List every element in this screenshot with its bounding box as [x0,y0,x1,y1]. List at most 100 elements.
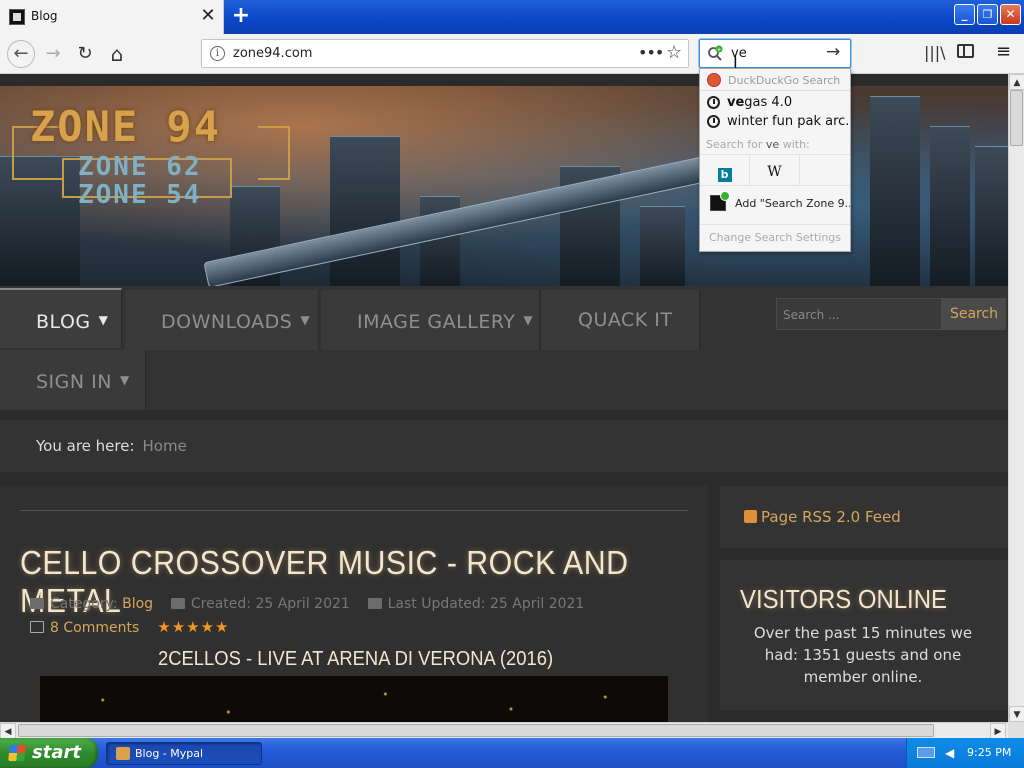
popup-engine-header: DuckDuckGo Search [700,69,850,91]
taskbar-item-browser[interactable]: Blog - Mypal [106,742,262,765]
search-suggestions-popup: DuckDuckGo Search vegas 4.0 winter fun p… [699,68,851,252]
tab-title: Blog [31,9,58,23]
vertical-scroll-thumb[interactable] [1010,90,1023,146]
category-link[interactable]: Blog [122,596,153,612]
reload-button[interactable]: ↻ [72,41,98,67]
site-favicon-icon [9,9,25,25]
url-bar[interactable]: i zone94.com ••• ☆ [201,39,689,68]
wikipedia-engine-button[interactable]: W [750,155,800,186]
menu-label: IMAGE GALLERY [357,311,516,333]
taskbar-item-label: Blog - Mypal [135,747,204,760]
search-engine-icon[interactable]: + [707,45,724,62]
speaker-icon[interactable]: ◀ [945,746,954,760]
site-search-input[interactable]: Search ... [776,298,942,330]
back-button[interactable]: ← [7,40,35,68]
article-container: CELLO CROSSOVER MUSIC - ROCK AND METAL C… [0,486,708,722]
keyboard-icon[interactable] [917,747,935,758]
taskbar-clock[interactable]: 9:25 PM [967,746,1011,759]
breadcrumb-label: You are here: [36,437,135,455]
minimize-button[interactable]: _ [954,4,975,25]
history-suggestion[interactable]: winter fun pak arc... [700,112,850,131]
search-for-prefix: Search for [706,138,766,151]
change-search-settings-button[interactable]: Change Search Settings [700,224,850,250]
wikipedia-icon: W [767,164,782,180]
rss-icon [744,510,757,523]
site-search-button[interactable]: Search [942,298,1006,330]
video-player[interactable] [40,676,668,722]
scroll-up-icon[interactable]: ▲ [1009,74,1024,90]
vertical-scrollbar[interactable]: ▲ ▼ [1008,74,1024,722]
suggestion-text: winter fun pak arc... [727,114,850,129]
rss-label: Page RSS 2.0 Feed [761,508,901,526]
suggestion-text: gas 4.0 [744,95,793,110]
navigation-toolbar: ← → ↻ ⌂ i zone94.com ••• ☆ + ve → |||\ ≡ [0,34,1024,74]
menu-label: BLOG [36,311,91,333]
clock-icon [707,115,720,128]
sidebar-toggle-icon[interactable] [957,44,974,58]
search-go-icon[interactable]: → [826,42,840,62]
start-label: start [32,742,81,763]
menu-item-blog[interactable]: BLOG ▼ [0,288,122,348]
tab-close-icon[interactable]: ✕ [196,4,220,28]
browser-tab-bar: Blog ✕ + _ ❐ ✕ [0,0,1024,34]
menu-label: QUACK IT [578,309,673,331]
scroll-down-icon[interactable]: ▼ [1009,706,1024,722]
page-actions-icon[interactable]: ••• [638,43,664,62]
tab-blog[interactable]: Blog ✕ [0,0,224,34]
rss-feed-link[interactable]: Page RSS 2.0 Feed [744,508,901,526]
horizontal-scrollbar[interactable]: ◀ ▶ [0,722,1008,739]
window-close-button[interactable]: ✕ [1000,4,1021,25]
new-tab-button[interactable]: + [228,4,254,30]
suggestion-match: ve [727,95,745,110]
bing-icon: b [717,168,732,182]
bookmark-star-icon[interactable]: ☆ [666,42,682,63]
comments-row: 8 Comments ★★★★★ [30,618,230,636]
text-cursor-icon: I [733,53,738,72]
url-text[interactable]: zone94.com [233,46,312,61]
menu-item-image-gallery[interactable]: IMAGE GALLERY ▼ [321,290,540,350]
scroll-left-icon[interactable]: ◀ [0,723,16,739]
bing-engine-button[interactable]: b [700,155,750,186]
history-suggestion[interactable]: vegas 4.0 [700,93,850,112]
windows-taskbar: start Blog - Mypal ◀ 9:25 PM [0,738,1024,768]
rss-module: Page RSS 2.0 Feed [720,486,1008,548]
updated-date: Last Updated: 25 April 2021 [387,596,585,612]
divider [20,510,688,511]
start-button[interactable]: start [0,738,98,768]
visitors-text: Over the past 15 minutes we had: 1351 gu… [753,624,973,686]
breadcrumb-home-link[interactable]: Home [143,437,187,455]
browser-app-icon [116,747,130,760]
comments-link[interactable]: 8 Comments [50,620,139,636]
web-page: ZONE 94 ZONE 62 ZONE 54 BLOG ▼ DOWNLOADS ▼… [0,74,1008,722]
rating-stars[interactable]: ★★★★★ [157,618,229,636]
chevron-down-icon: ▼ [523,313,534,327]
home-button[interactable]: ⌂ [104,41,130,67]
menu-item-sign-in[interactable]: SIGN IN ▼ [0,350,146,410]
forward-button[interactable]: → [40,41,66,67]
add-engine-label: Add "Search Zone 9... [735,197,850,210]
hamburger-menu-icon[interactable]: ≡ [996,41,1011,62]
visitors-title: VISITORS ONLINE [740,584,947,614]
engine-name: DuckDuckGo Search [728,74,841,87]
add-search-engine-item[interactable]: Add "Search Zone 9... [700,189,850,217]
horizontal-scroll-thumb[interactable] [18,724,934,737]
library-icon[interactable]: |||\ [924,43,946,62]
article-meta: Category: Blog Created: 25 April 2021 La… [30,596,584,612]
site-info-icon[interactable]: i [210,46,225,61]
add-engine-icon [710,191,730,211]
scroll-right-icon[interactable]: ▶ [990,723,1006,739]
maximize-button[interactable]: ❐ [977,4,998,25]
calendar-icon [367,598,382,609]
visitors-module: VISITORS ONLINE Over the past 15 minutes… [720,560,1008,710]
site-banner: ZONE 94 ZONE 62 ZONE 54 [0,86,1008,288]
search-for-suffix: with: [779,138,810,151]
breadcrumb: You are here: Home [0,420,1008,472]
scrollbar-corner [1008,722,1024,738]
browser-search-input[interactable]: + ve → [699,39,851,68]
menu-item-downloads[interactable]: DOWNLOADS ▼ [125,290,319,350]
svg-text:+: + [716,46,721,53]
one-off-engines: b W [700,154,850,186]
menu-item-quack-it[interactable]: QUACK IT [542,290,700,350]
windows-logo-icon [8,745,26,761]
site-logo[interactable]: ZONE 94 [30,102,221,151]
